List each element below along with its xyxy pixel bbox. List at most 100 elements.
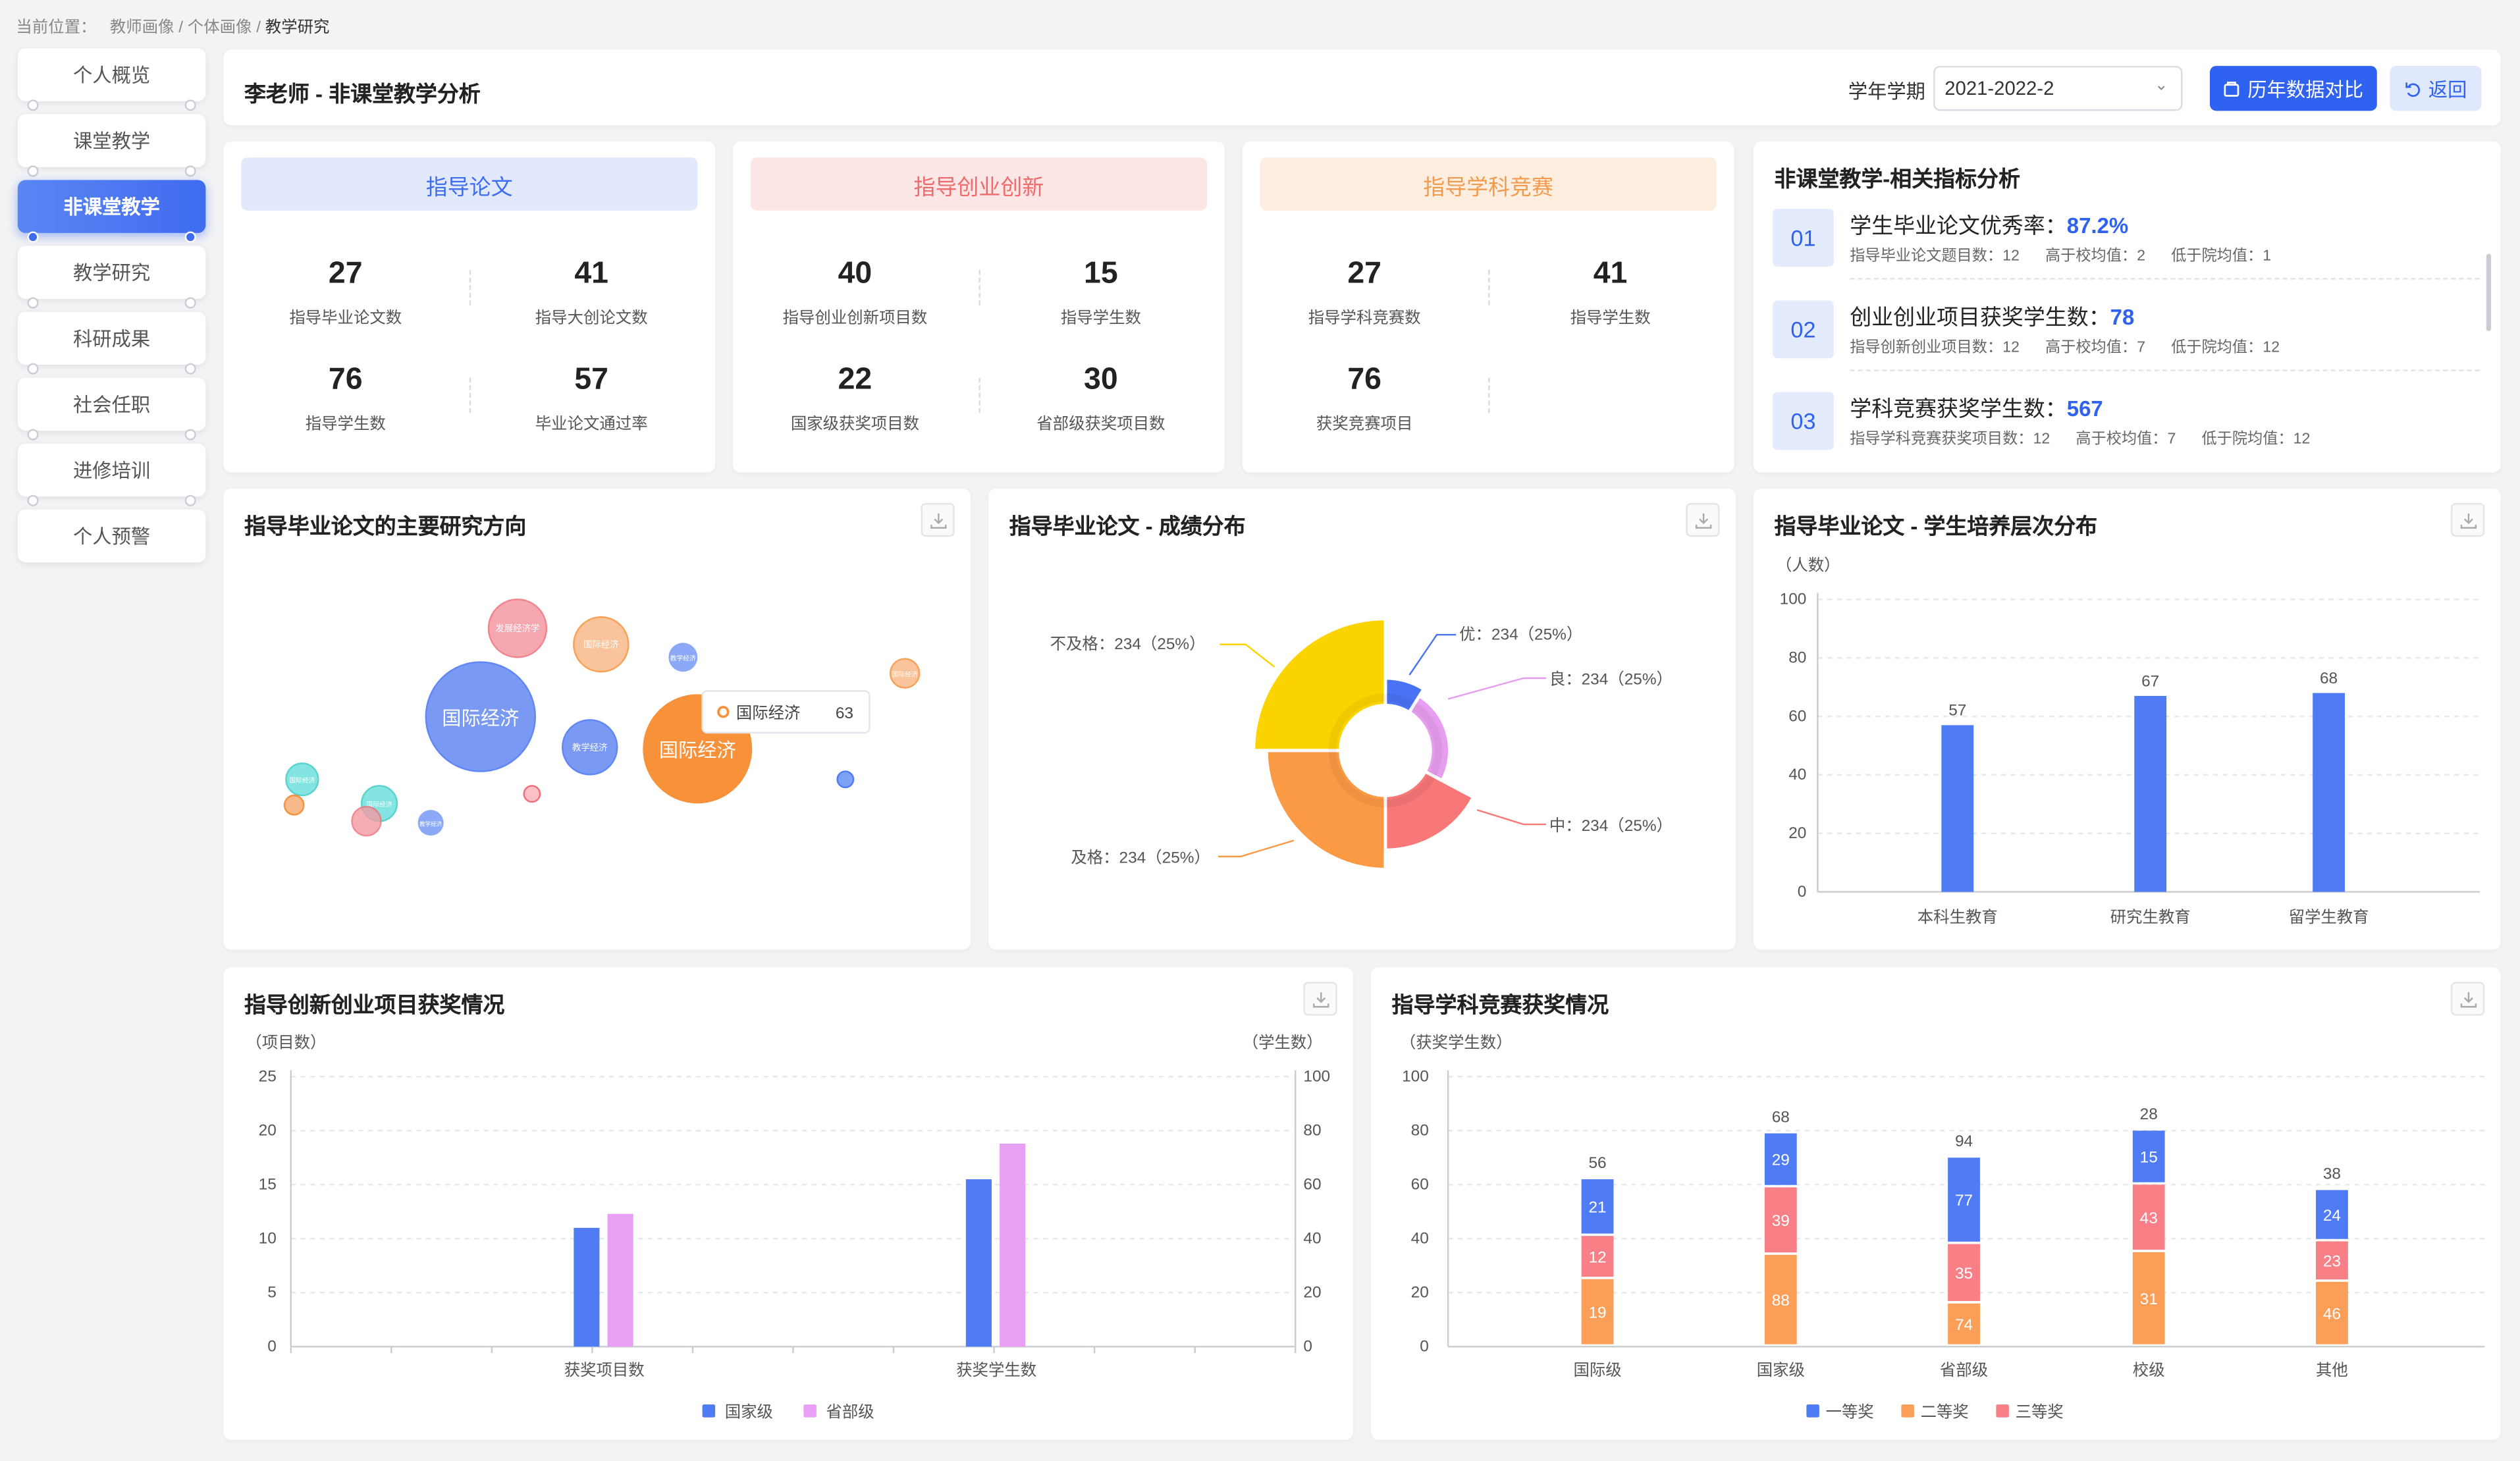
bubble[interactable] xyxy=(836,770,855,789)
divider xyxy=(1850,369,2480,371)
stat-label: 国家级获奖项目数 xyxy=(790,416,920,434)
chevron-down-icon: ⌄ xyxy=(2155,77,2168,95)
bubble-label: 国际经济 xyxy=(659,740,736,762)
breadcrumb-sep: / xyxy=(174,19,188,38)
bubble-label: 国际经济 xyxy=(892,670,918,679)
y-tick-label: 20 xyxy=(1411,1284,1429,1302)
segment-value-label: 88 xyxy=(1772,1292,1790,1310)
stat-card-thesis: 指导论文 27 指导毕业论文数 41 指导大创论文数 76 指导学生数 57 毕业论文通… xyxy=(223,141,716,473)
metric-label: 学生毕业论文优秀率： xyxy=(1850,213,2067,238)
stat-number: 15 xyxy=(1084,257,1118,291)
breadcrumb-link-teacher-portrait[interactable]: 教师画像 xyxy=(110,19,174,37)
tooltip-name: 国际经济 xyxy=(736,704,801,722)
bar[interactable] xyxy=(1000,1143,1026,1347)
tooltip-value: 63 xyxy=(836,704,853,722)
stat-label: 省部级获奖项目数 xyxy=(1036,416,1166,434)
pie-label: 中：234（25%） xyxy=(1549,817,1673,835)
bar[interactable] xyxy=(607,1213,633,1347)
stat-number: 22 xyxy=(838,363,872,397)
page-root: 当前位置： 教师画像 / 个体画像 / 教学研究 个人概览 课堂教学 非课堂教学… xyxy=(0,0,2520,1461)
stat-card-competition: 指导学科竞赛 27 指导学科竞赛数 41 指导学生数 76 获奖竞赛项目 xyxy=(1242,141,1734,473)
metric-sub-item: 高于校均值：7 xyxy=(2076,431,2176,448)
metric-value: 78 xyxy=(2110,305,2135,330)
bar[interactable] xyxy=(1941,725,1974,892)
segment-value-label: 74 xyxy=(1955,1316,1973,1334)
stat-cell: 22 国家级获奖项目数 xyxy=(734,363,975,434)
legend-label: 二等奖 xyxy=(1921,1404,1969,1421)
bar-value-label: 68 xyxy=(2320,670,2338,687)
bar[interactable] xyxy=(574,1227,600,1347)
segment-value-label: 31 xyxy=(2140,1290,2158,1308)
y-tick-label-right: 100 xyxy=(1303,1068,1330,1086)
pie-inner-ring xyxy=(1328,693,1443,808)
stat-card-title: 指导论文 xyxy=(241,157,698,211)
y-tick-label: 0 xyxy=(1798,883,1807,901)
x-tick-label: 校级 xyxy=(2133,1362,2165,1379)
stat-number: 41 xyxy=(1593,257,1628,291)
metric-sub: 指导学科竞赛获奖项目数：12 高于校均值：7 低于院均值：12 xyxy=(1850,426,2336,448)
y-tick-label: 80 xyxy=(1788,649,1806,667)
stat-number: 40 xyxy=(838,257,872,291)
divider xyxy=(979,270,980,305)
sidebar-item-social[interactable]: 社会任职 xyxy=(17,377,206,440)
legend-label: 一等奖 xyxy=(1826,1404,1874,1421)
stat-label: 指导学科竞赛数 xyxy=(1308,310,1421,328)
metric-index: 01 xyxy=(1773,209,1834,267)
metric-title: 学科竞赛获奖学生数：567 xyxy=(1850,390,2103,423)
term-label: 学年学期 xyxy=(1848,80,1925,103)
metric-value: 87.2% xyxy=(2066,213,2129,238)
y-axis-label-left: （项目数） xyxy=(246,1034,326,1051)
pie-label: 不及格：234（25%） xyxy=(1050,635,1206,653)
pie-chart: 优：234（25%） 良：234（25%） 中：234（25%） 及格：234（25%… xyxy=(1050,617,1673,871)
metric-sub-item: 指导毕业论文题目数：12 xyxy=(1850,247,2020,265)
bar[interactable] xyxy=(965,1179,992,1347)
scrollbar-thumb[interactable] xyxy=(2486,253,2492,331)
metric-title: 创业创业项目获奖学生数：78 xyxy=(1850,299,2134,331)
bubble[interactable] xyxy=(283,794,305,816)
sidebar-item-research[interactable]: 科研成果 xyxy=(17,311,206,375)
bar[interactable] xyxy=(2313,693,2345,892)
bar-total-label: 68 xyxy=(1772,1108,1790,1126)
competition-stacked-chart: （获奖学生数） 0 20 40 60 80 100 19 12 21 56 国际级 88 39 29 68 国家… xyxy=(1400,1034,2485,1421)
bar[interactable] xyxy=(2134,695,2167,892)
stat-card-title: 指导学科竞赛 xyxy=(1260,157,1717,211)
segment-value-label: 21 xyxy=(1588,1198,1606,1216)
divider xyxy=(469,270,471,305)
history-compare-button[interactable]: 历年数据对比 xyxy=(2209,66,2377,111)
bubble[interactable] xyxy=(351,806,382,837)
stat-number: 27 xyxy=(328,257,363,291)
sidebar: 个人概览 课堂教学 非课堂教学 教学研究 科研成果 社会任职 进修培训 个人预警 xyxy=(17,48,206,575)
stat-card-title: 指导创业创新 xyxy=(750,157,1207,211)
pie-slice[interactable] xyxy=(1264,749,1387,871)
back-button[interactable]: 返回 xyxy=(2390,66,2482,111)
bubble-label: 教学经济 xyxy=(572,743,608,753)
history-compare-label: 历年数据对比 xyxy=(2247,78,2364,101)
stat-label: 毕业论文通过率 xyxy=(535,416,648,434)
x-tick-label: 国家级 xyxy=(1757,1362,1805,1379)
sidebar-item-classroom[interactable]: 课堂教学 xyxy=(17,114,206,177)
segment-value-label: 43 xyxy=(2140,1209,2158,1227)
metric-item: 03 学科竞赛获奖学生数：567 指导学科竞赛获奖项目数：12 高于校均值：7 低于… xyxy=(1773,390,2480,471)
legend-label: 三等奖 xyxy=(2016,1404,2064,1421)
bar-total-label: 38 xyxy=(2323,1165,2341,1182)
sidebar-item-non-classroom[interactable]: 非课堂教学 xyxy=(17,180,206,243)
metric-label: 创业创业项目获奖学生数： xyxy=(1850,305,2110,330)
sidebar-item-teaching-research[interactable]: 教学研究 xyxy=(17,246,206,309)
x-tick-label: 获奖学生数 xyxy=(956,1362,1036,1379)
breadcrumb-link-individual[interactable]: 个体画像 xyxy=(188,19,252,37)
y-tick-label-left: 25 xyxy=(259,1068,277,1086)
sidebar-item-training[interactable]: 进修培训 xyxy=(17,443,206,506)
sidebar-item-overview[interactable]: 个人概览 xyxy=(17,48,206,111)
pie-label: 及格：234（25%） xyxy=(1071,849,1210,867)
breadcrumb: 当前位置： 教师画像 / 个体画像 / 教学研究 xyxy=(16,13,329,38)
term-select[interactable]: 2021-2022-2 ⌄ xyxy=(1933,66,2183,111)
stat-cell: 41 指导大创论文数 xyxy=(471,257,712,328)
bubble[interactable] xyxy=(523,785,541,803)
bubble-chart: 国际经济 国际经济 发展经济学 国际经济 教学经济 教学经济 国际经济 国际经济… xyxy=(283,598,921,837)
segment-value-label: 29 xyxy=(1772,1152,1790,1169)
stat-number: 76 xyxy=(1347,363,1381,397)
pie-slice[interactable] xyxy=(1252,617,1387,753)
segment-value-label: 24 xyxy=(2323,1207,2341,1225)
stat-label: 指导毕业论文数 xyxy=(289,310,402,328)
sidebar-item-warning[interactable]: 个人预警 xyxy=(17,509,206,563)
